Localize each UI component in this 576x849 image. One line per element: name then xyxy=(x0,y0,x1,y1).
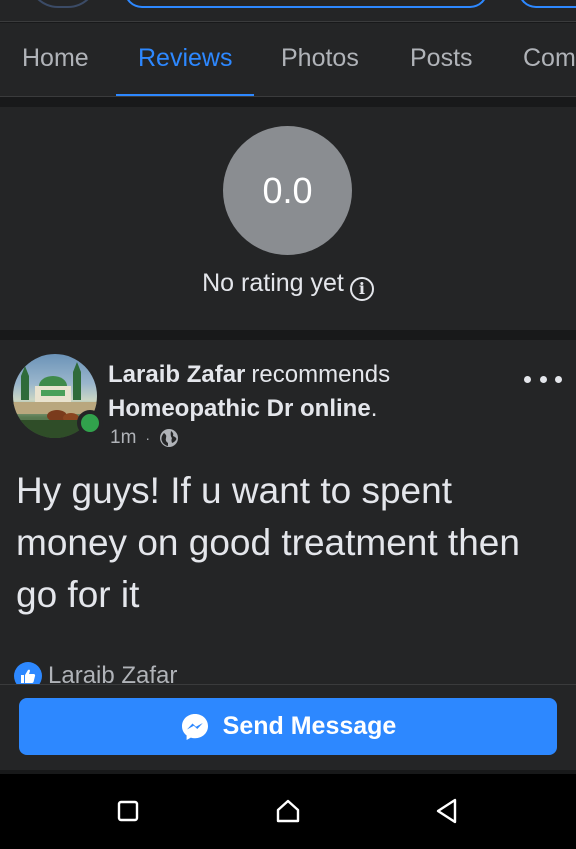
tab-reviews[interactable]: Reviews xyxy=(115,23,256,96)
send-message-button[interactable]: Send Message xyxy=(19,698,557,755)
send-message-label: Send Message xyxy=(222,712,397,740)
meta-separator: · xyxy=(145,430,151,446)
globe-icon xyxy=(160,429,179,447)
rating-score: 0.0 xyxy=(223,126,352,255)
send-message-bar: Send Message xyxy=(0,684,576,770)
home-icon[interactable] xyxy=(273,796,303,826)
post-header: Laraib Zafar recommends xyxy=(108,361,390,389)
rating-summary: 0.0 No rating yet i xyxy=(0,107,576,330)
reaction-summary[interactable]: Laraib Zafar xyxy=(14,662,177,684)
section-divider xyxy=(0,330,576,340)
back-triangle-icon[interactable] xyxy=(432,796,462,826)
section-divider xyxy=(0,97,576,107)
tab-posts[interactable]: Posts xyxy=(410,23,473,96)
rating-label: No rating yet xyxy=(202,269,344,297)
info-icon[interactable]: i xyxy=(349,277,374,301)
reaction-name: Laraib Zafar xyxy=(48,662,178,684)
review-text: Hy guys! If u want to spent money on goo… xyxy=(16,470,520,615)
tab-home[interactable]: Home xyxy=(22,23,89,96)
more-dot xyxy=(555,375,562,383)
more-dot xyxy=(539,375,547,383)
tab-photos[interactable]: Photos xyxy=(281,23,359,96)
header-button-partial-right[interactable] xyxy=(518,0,576,8)
post-meta: 1m · xyxy=(110,427,179,449)
system-navigation-bar xyxy=(0,774,576,849)
more-dot xyxy=(524,375,531,383)
author-name[interactable]: Laraib Zafar xyxy=(108,361,245,388)
post-time[interactable]: 1m xyxy=(110,427,136,449)
post-header-page: Homeopathic Dr online. xyxy=(108,395,377,423)
like-icon xyxy=(14,662,42,684)
tab-community[interactable]: Com xyxy=(523,23,576,96)
more-options-icon[interactable] xyxy=(524,372,562,386)
review-post: Laraib Zafar recommends Homeopathic Dr on… xyxy=(0,340,576,684)
page-tabs: Home Reviews Photos Posts Com xyxy=(0,23,576,97)
header-icon-partial[interactable] xyxy=(28,0,98,8)
messenger-icon xyxy=(181,713,208,740)
online-status-dot xyxy=(77,410,103,436)
page-name[interactable]: Homeopathic Dr online xyxy=(108,395,371,422)
top-header-partial xyxy=(0,0,576,22)
header-button-partial[interactable] xyxy=(124,0,488,8)
square-icon[interactable] xyxy=(113,796,143,826)
recommends-text: recommends xyxy=(251,361,391,388)
page-suffix: . xyxy=(370,395,378,422)
rating-label-row: No rating yet i xyxy=(0,269,576,301)
